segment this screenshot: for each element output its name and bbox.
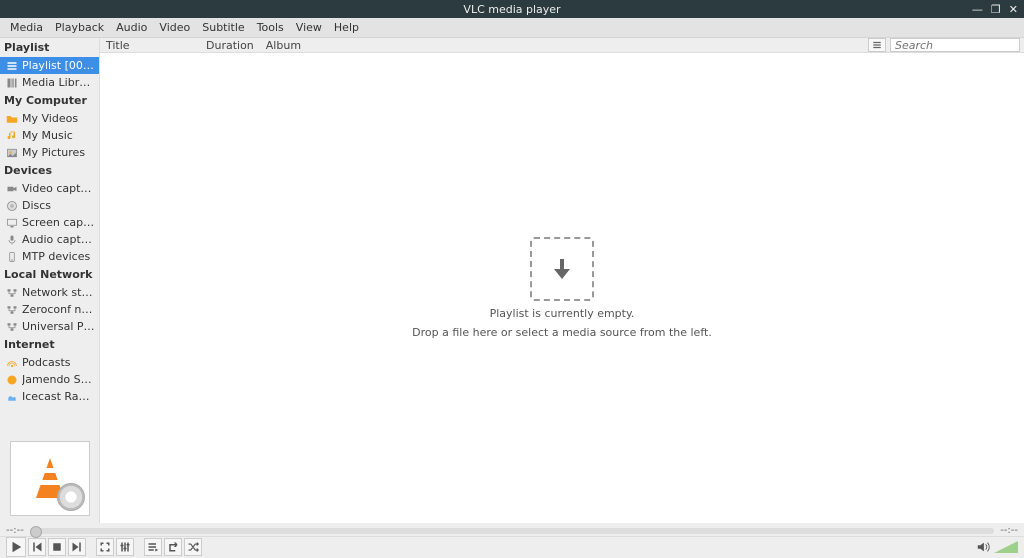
menu-subtitle[interactable]: Subtitle bbox=[196, 19, 250, 36]
sidebar-item-label: Jamendo Selections bbox=[22, 373, 95, 386]
sidebar-item-label: Video capture bbox=[22, 182, 95, 195]
empty-playlist-line2: Drop a file here or select a media sourc… bbox=[412, 326, 712, 339]
volume-icon[interactable] bbox=[974, 538, 992, 556]
sidebar-header-playlist: Playlist bbox=[0, 38, 99, 57]
sidebar-item-label: Audio capture bbox=[22, 233, 95, 246]
disc-icon bbox=[6, 200, 18, 212]
previous-button[interactable] bbox=[28, 538, 46, 556]
camera-icon bbox=[6, 183, 18, 195]
sidebar-item-label: Universal Plug'n'Play bbox=[22, 320, 95, 333]
device-icon bbox=[6, 251, 18, 263]
close-icon[interactable]: ✕ bbox=[1009, 3, 1018, 16]
playlist-panel: Title Duration Album Playlist is current… bbox=[100, 38, 1024, 523]
playlist-columns: Title Duration Album bbox=[100, 38, 1024, 53]
network-icon bbox=[6, 304, 18, 316]
sidebar-item-label: Media Library bbox=[22, 76, 95, 89]
sidebar-item-mtp-devices[interactable]: MTP devices bbox=[0, 248, 99, 265]
sidebar-item-podcasts[interactable]: Podcasts bbox=[0, 354, 99, 371]
sidebar-item-label: Network streams (SAP) bbox=[22, 286, 95, 299]
menu-tools[interactable]: Tools bbox=[251, 19, 290, 36]
sidebar-header-devices: Devices bbox=[0, 161, 99, 180]
sidebar-item-my-pictures[interactable]: My Pictures bbox=[0, 144, 99, 161]
album-art-area bbox=[0, 433, 99, 523]
time-row: --:-- --:-- bbox=[0, 523, 1024, 536]
menu-video[interactable]: Video bbox=[153, 19, 196, 36]
sidebar-item-sap[interactable]: Network streams (SAP) bbox=[0, 284, 99, 301]
controls-bar bbox=[0, 536, 1024, 558]
extended-settings-button[interactable] bbox=[116, 538, 134, 556]
sidebar-item-upnp[interactable]: Universal Plug'n'Play bbox=[0, 318, 99, 335]
drop-arrow-icon bbox=[546, 253, 578, 285]
sidebar-item-audio-capture[interactable]: Audio capture bbox=[0, 231, 99, 248]
sidebar-header-mycomputer: My Computer bbox=[0, 91, 99, 110]
column-title[interactable]: Title bbox=[100, 38, 200, 52]
sidebar-item-my-music[interactable]: My Music bbox=[0, 127, 99, 144]
empty-playlist-line1: Playlist is currently empty. bbox=[490, 307, 635, 320]
playlist-button[interactable] bbox=[144, 538, 162, 556]
sidebar-item-media-library[interactable]: Media Library bbox=[0, 74, 99, 91]
playlist-icon bbox=[6, 60, 18, 72]
sidebar-tree: Playlist Playlist [00:00] Media Library … bbox=[0, 38, 99, 433]
sidebar-item-video-capture[interactable]: Video capture bbox=[0, 180, 99, 197]
sidebar-item-jamendo[interactable]: Jamendo Selections bbox=[0, 371, 99, 388]
pictures-icon bbox=[6, 147, 18, 159]
time-remaining: --:-- bbox=[1000, 525, 1018, 536]
fullscreen-button[interactable] bbox=[96, 538, 114, 556]
screen-icon bbox=[6, 217, 18, 229]
menu-audio[interactable]: Audio bbox=[110, 19, 153, 36]
sidebar-item-label: Podcasts bbox=[22, 356, 71, 369]
sidebar-header-network: Local Network bbox=[0, 265, 99, 284]
stop-button[interactable] bbox=[48, 538, 66, 556]
menu-help[interactable]: Help bbox=[328, 19, 365, 36]
music-icon bbox=[6, 130, 18, 142]
drop-zone[interactable] bbox=[530, 237, 594, 301]
sidebar-item-label: Discs bbox=[22, 199, 51, 212]
window-title: VLC media player bbox=[463, 3, 560, 16]
sidebar-item-screen-capture[interactable]: Screen capture bbox=[0, 214, 99, 231]
shuffle-button[interactable] bbox=[184, 538, 202, 556]
icecast-icon bbox=[6, 391, 18, 403]
sidebar-header-internet: Internet bbox=[0, 335, 99, 354]
sidebar-item-label: My Videos bbox=[22, 112, 78, 125]
sidebar-item-zeroconf[interactable]: Zeroconf network servi bbox=[0, 301, 99, 318]
menu-view[interactable]: View bbox=[290, 19, 328, 36]
vlc-cone-art bbox=[10, 441, 90, 516]
sidebar-item-my-videos[interactable]: My Videos bbox=[0, 110, 99, 127]
view-toggle-button[interactable] bbox=[868, 38, 886, 52]
podcast-icon bbox=[6, 357, 18, 369]
sidebar-item-label: Icecast Radio Directory bbox=[22, 390, 95, 403]
time-elapsed: --:-- bbox=[6, 525, 24, 536]
play-button[interactable] bbox=[6, 537, 26, 557]
sidebar-item-playlist[interactable]: Playlist [00:00] bbox=[0, 57, 99, 74]
folder-icon bbox=[6, 113, 18, 125]
menu-media[interactable]: Media bbox=[4, 19, 49, 36]
sidebar-item-label: MTP devices bbox=[22, 250, 90, 263]
sidebar-item-label: Playlist [00:00] bbox=[22, 59, 95, 72]
maximize-icon[interactable]: ❐ bbox=[991, 3, 1001, 16]
search-input[interactable] bbox=[890, 38, 1020, 52]
jamendo-icon bbox=[6, 374, 18, 386]
volume-slider[interactable] bbox=[994, 541, 1018, 553]
mic-icon bbox=[6, 234, 18, 246]
network-icon bbox=[6, 321, 18, 333]
column-duration[interactable]: Duration bbox=[200, 38, 260, 52]
loop-button[interactable] bbox=[164, 538, 182, 556]
minimize-icon[interactable]: — bbox=[972, 3, 983, 16]
sidebar: Playlist Playlist [00:00] Media Library … bbox=[0, 38, 100, 523]
title-bar: VLC media player — ❐ ✕ bbox=[0, 0, 1024, 18]
network-icon bbox=[6, 287, 18, 299]
seek-slider[interactable] bbox=[30, 528, 994, 534]
next-button[interactable] bbox=[68, 538, 86, 556]
menu-playback[interactable]: Playback bbox=[49, 19, 110, 36]
sidebar-item-label: Screen capture bbox=[22, 216, 95, 229]
sidebar-item-discs[interactable]: Discs bbox=[0, 197, 99, 214]
library-icon bbox=[6, 77, 18, 89]
sidebar-item-label: My Music bbox=[22, 129, 73, 142]
sidebar-item-label: My Pictures bbox=[22, 146, 85, 159]
playlist-body[interactable]: Playlist is currently empty. Drop a file… bbox=[100, 53, 1024, 523]
menu-bar: Media Playback Audio Video Subtitle Tool… bbox=[0, 18, 1024, 38]
column-album[interactable]: Album bbox=[260, 38, 868, 52]
sidebar-item-label: Zeroconf network servi bbox=[22, 303, 95, 316]
sidebar-item-icecast[interactable]: Icecast Radio Directory bbox=[0, 388, 99, 405]
